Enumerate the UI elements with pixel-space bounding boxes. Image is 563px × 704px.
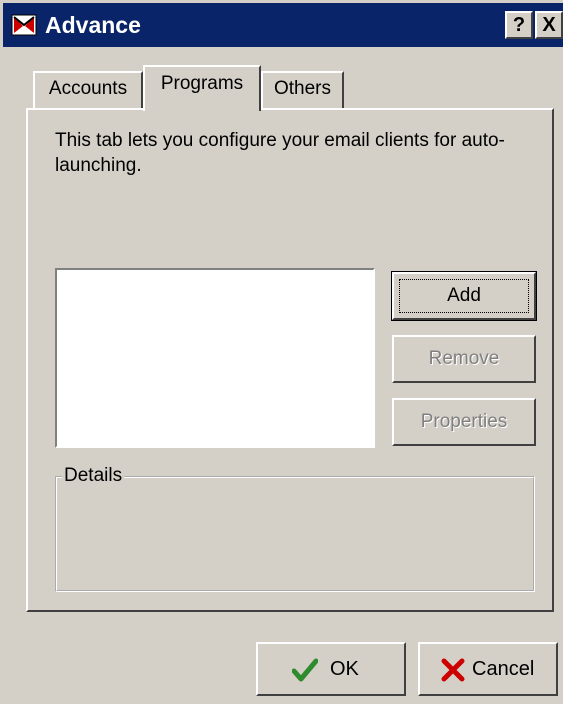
add-button-label: Add xyxy=(399,279,529,313)
app-icon xyxy=(11,14,37,36)
tab-accounts[interactable]: Accounts xyxy=(33,71,143,109)
tab-description: This tab lets you configure your email c… xyxy=(55,130,505,176)
properties-button[interactable]: Properties xyxy=(392,398,536,446)
details-label: Details xyxy=(62,464,125,488)
title-bar[interactable]: Advance ? X xyxy=(3,3,563,47)
tab-programs[interactable]: Programs xyxy=(143,65,261,111)
add-button[interactable]: Add xyxy=(391,271,537,321)
ok-label: OK xyxy=(330,658,359,680)
remove-button[interactable]: Remove xyxy=(392,335,536,383)
advance-dialog: Advance ? X Accounts Programs Others Thi… xyxy=(0,0,563,704)
program-list[interactable] xyxy=(55,268,375,448)
cancel-label: Cancel xyxy=(472,658,535,680)
cancel-button[interactable]: Cancel xyxy=(418,642,558,696)
details-groupbox xyxy=(55,476,535,592)
checkmark-icon xyxy=(292,658,318,682)
close-button[interactable]: X xyxy=(535,11,563,39)
x-icon xyxy=(441,658,465,682)
help-button[interactable]: ? xyxy=(505,11,533,39)
window-title: Advance xyxy=(45,12,141,38)
tab-others[interactable]: Others xyxy=(261,71,344,109)
ok-button[interactable]: OK xyxy=(256,642,406,696)
